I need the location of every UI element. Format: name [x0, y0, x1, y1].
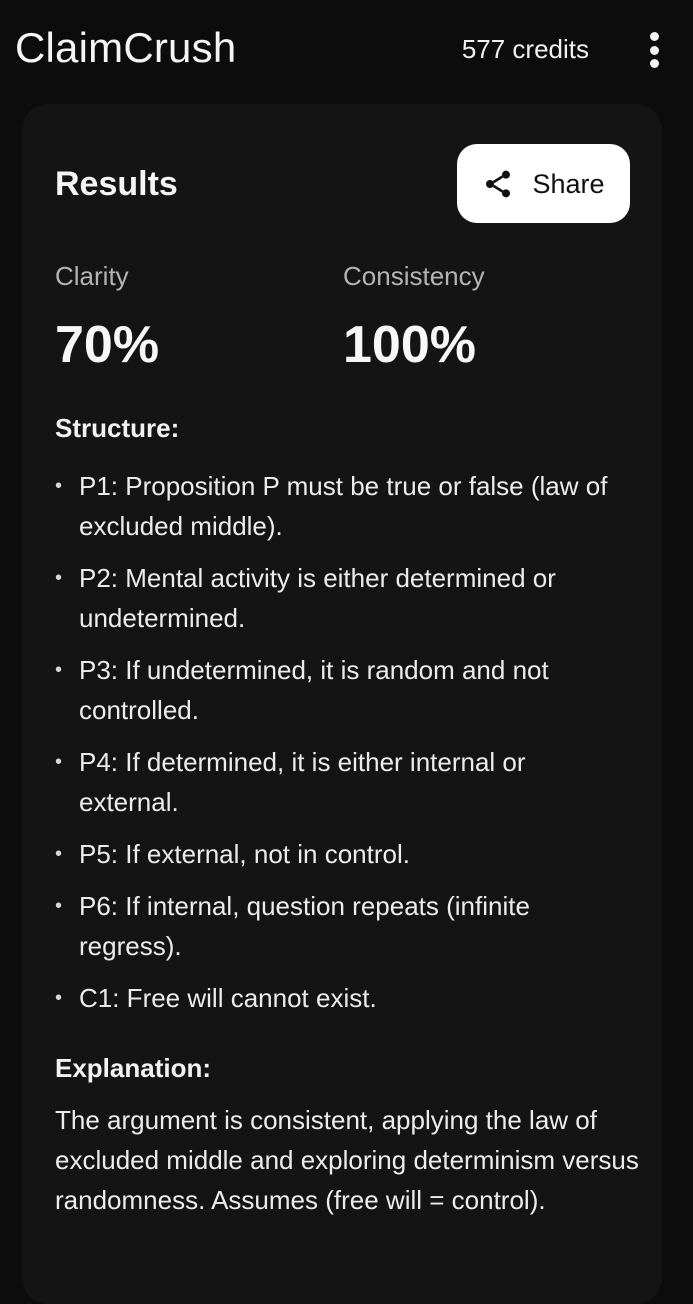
bullet: • [55, 659, 63, 681]
bullet: • [55, 751, 63, 773]
clarity-value: 70% [55, 316, 160, 374]
results-title: Results [55, 165, 178, 203]
structure-item-text: P4: If determined, it is either internal… [79, 747, 526, 817]
clarity-label: Clarity [55, 261, 129, 291]
structure-item: • P3: If undetermined, it is random and n… [55, 650, 625, 730]
structure-list: • P1: Proposition P must be true or false… [55, 466, 625, 1030]
share-icon [486, 170, 511, 197]
bullet: • [55, 475, 63, 497]
menu-dot [649, 45, 659, 55]
structure-item: • P4: If determined, it is either interna… [55, 742, 625, 822]
app-bar: ClaimCrush 577 credits [0, 0, 693, 100]
app-title: ClaimCrush [15, 24, 237, 71]
structure-item: • P1: Proposition P must be true or false… [55, 466, 625, 546]
explanation-text: The argument is consistent, applying the… [55, 1105, 639, 1215]
menu-dot [649, 59, 659, 68]
structure-heading: Structure: [55, 413, 180, 443]
structure-item: • C1: Free will cannot exist. [55, 978, 625, 1018]
results-card: Results Share Clarity 70% Consistency 10… [22, 104, 662, 1304]
structure-item-text: P6: If internal, question repeats (infin… [79, 891, 530, 961]
share-button[interactable]: Share [457, 144, 630, 223]
consistency-value: 100% [343, 316, 476, 374]
structure-item: • P5: If external, not in control. [55, 834, 625, 874]
explanation-heading: Explanation: [55, 1053, 212, 1083]
share-label: Share [532, 168, 605, 199]
menu-dot [649, 32, 659, 41]
consistency-label: Consistency [343, 261, 485, 291]
structure-item-text: P3: If undetermined, it is random and no… [79, 655, 549, 725]
credits-counter: 577 credits [461, 34, 589, 64]
bullet: • [55, 895, 63, 917]
structure-item: • P6: If internal, question repeats (infi… [55, 886, 625, 966]
structure-item-text: P1: Proposition P must be true or false … [79, 471, 608, 541]
structure-item: • P2: Mental activity is either determine… [55, 558, 625, 638]
bullet: • [55, 567, 63, 589]
bullet: • [55, 987, 63, 1009]
structure-item-text: P5: If external, not in control. [79, 839, 410, 869]
structure-item-text: C1: Free will cannot exist. [79, 983, 377, 1013]
more-vert-icon[interactable] [634, 28, 674, 72]
structure-item-text: P2: Mental activity is either determined… [79, 563, 556, 633]
bullet: • [55, 843, 63, 865]
